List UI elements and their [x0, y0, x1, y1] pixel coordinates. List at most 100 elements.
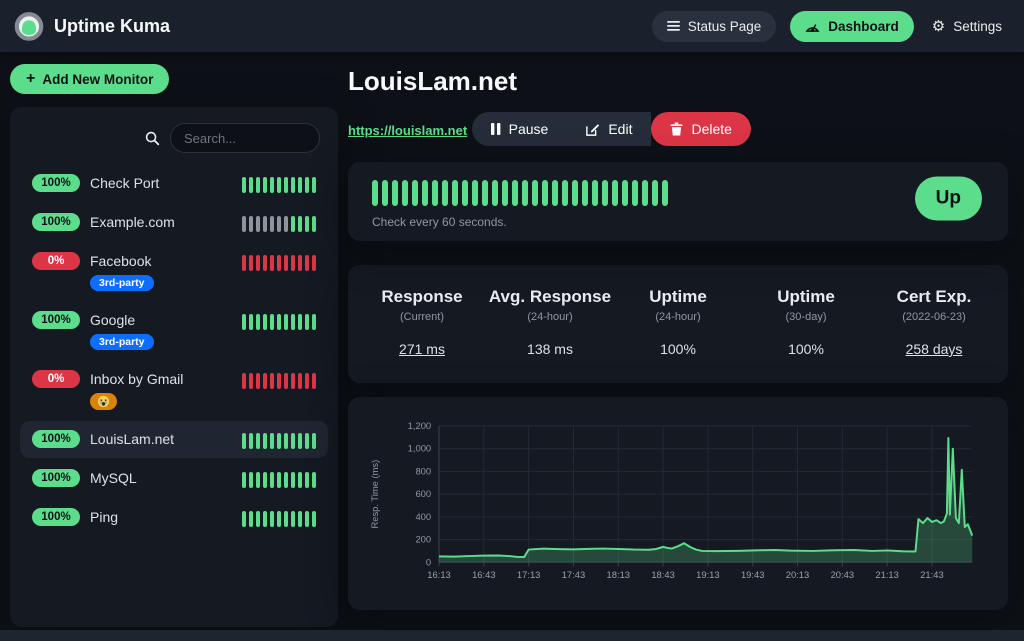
beat [270, 255, 274, 271]
beat [270, 177, 274, 193]
monitor-name: Check Port [90, 175, 159, 191]
beat [291, 314, 295, 330]
beat [522, 180, 528, 206]
stat-value: 271 ms [358, 341, 486, 357]
beat [552, 180, 558, 206]
horizontal-scrollbar[interactable] [0, 630, 1024, 641]
beat [298, 216, 302, 232]
beat [602, 180, 608, 206]
beat [291, 255, 295, 271]
y-tick-label: 0 [426, 557, 431, 567]
y-tick-label: 800 [415, 466, 431, 476]
sidebar: + Add New Monitor 100%Check Port100%Exam… [0, 52, 338, 627]
beat [482, 180, 488, 206]
beat [270, 433, 274, 449]
y-tick-label: 1,000 [408, 444, 431, 454]
y-tick-label: 400 [415, 512, 431, 522]
status-page-button[interactable]: Status Page [652, 11, 777, 42]
beat [312, 216, 316, 232]
monitor-list-item[interactable]: 0%Inbox by Gmail [20, 361, 328, 419]
monitor-list-item[interactable]: 0%Facebook3rd-party [20, 243, 328, 300]
beat [249, 472, 253, 488]
uptime-pill: 100% [32, 508, 80, 526]
stat-sublabel: (2022-06-23) [870, 311, 998, 323]
beat [277, 373, 281, 389]
beat [242, 511, 246, 527]
beat [263, 433, 267, 449]
uptime-kuma-logo-icon [14, 11, 44, 41]
app-brand[interactable]: Uptime Kuma [14, 11, 170, 41]
monitor-list-item[interactable]: 100%Google3rd-party [20, 302, 328, 359]
beat [305, 433, 309, 449]
stat-column: Uptime(24-hour)100% [614, 287, 742, 357]
stat-column: Uptime(30-day)100% [742, 287, 870, 357]
beat [277, 314, 281, 330]
status-page-label: Status Page [688, 19, 762, 34]
monitor-line: 100%Example.com [32, 213, 175, 231]
beat [291, 511, 295, 527]
monitor-list-item[interactable]: 100%MySQL [20, 460, 328, 497]
beat [298, 314, 302, 330]
uptime-pill: 100% [32, 469, 80, 487]
beat [270, 511, 274, 527]
pause-label: Pause [509, 121, 549, 137]
stat-label: Uptime [614, 287, 742, 307]
pause-icon [491, 123, 501, 135]
beat [312, 373, 316, 389]
beat [562, 180, 568, 206]
beat [291, 177, 295, 193]
dashboard-label: Dashboard [828, 19, 899, 34]
beat [312, 314, 316, 330]
add-new-monitor-button[interactable]: + Add New Monitor [10, 64, 169, 94]
beat [502, 180, 508, 206]
beat [542, 180, 548, 206]
beat [298, 373, 302, 389]
mini-heartbeat-bar [242, 213, 316, 232]
beat [291, 472, 295, 488]
x-tick-label: 21:13 [875, 570, 898, 580]
delete-button[interactable]: Delete [651, 112, 750, 146]
monitor-name: Inbox by Gmail [90, 371, 183, 387]
beat [662, 180, 668, 206]
settings-button[interactable]: ⚙ Settings [928, 11, 1006, 42]
monitor-line: 0%Facebook [32, 252, 154, 270]
uptime-pill: 100% [32, 213, 80, 231]
monitor-info: 100%LouisLam.net [32, 430, 174, 448]
monitor-list-panel: 100%Check Port100%Example.com0%Facebook3… [10, 107, 338, 627]
edit-button[interactable]: Edit [567, 112, 651, 146]
heartbeat-bar [372, 180, 984, 206]
beat [402, 180, 408, 206]
mini-heartbeat-bar [242, 174, 316, 193]
beat [312, 177, 316, 193]
monitor-list-item[interactable]: 100%LouisLam.net [20, 421, 328, 458]
y-axis-label: Resp. Time (ms) [370, 460, 380, 529]
content-area: + Add New Monitor 100%Check Port100%Exam… [0, 52, 1024, 627]
beat [284, 511, 288, 527]
monitor-line: 100%Google [32, 311, 154, 329]
stat-label: Avg. Response [486, 287, 614, 307]
beat [305, 373, 309, 389]
stat-label: Response [358, 287, 486, 307]
beat [277, 433, 281, 449]
app-title: Uptime Kuma [54, 16, 170, 37]
beat [256, 216, 260, 232]
crying-emoji-badge [90, 393, 117, 410]
beat [305, 314, 309, 330]
beat [312, 472, 316, 488]
beat [249, 433, 253, 449]
x-tick-label: 17:13 [517, 570, 540, 580]
beat [263, 314, 267, 330]
beat [372, 180, 378, 206]
monitor-list-item[interactable]: 100%Ping [20, 499, 328, 536]
stat-sublabel: (Current) [358, 311, 486, 323]
dashboard-button[interactable]: Dashboard [790, 11, 914, 42]
search-input[interactable] [170, 123, 320, 153]
monitor-list-item[interactable]: 100%Check Port [20, 165, 328, 202]
beat [572, 180, 578, 206]
pause-button[interactable]: Pause [472, 112, 568, 146]
monitor-url-link[interactable]: https://louislam.net [348, 123, 467, 138]
monitor-info: 100%Google3rd-party [32, 311, 154, 350]
monitor-list-item[interactable]: 100%Example.com [20, 204, 328, 241]
stat-sublabel: (24-hour) [486, 311, 614, 323]
stat-column: Avg. Response(24-hour)138 ms [486, 287, 614, 357]
